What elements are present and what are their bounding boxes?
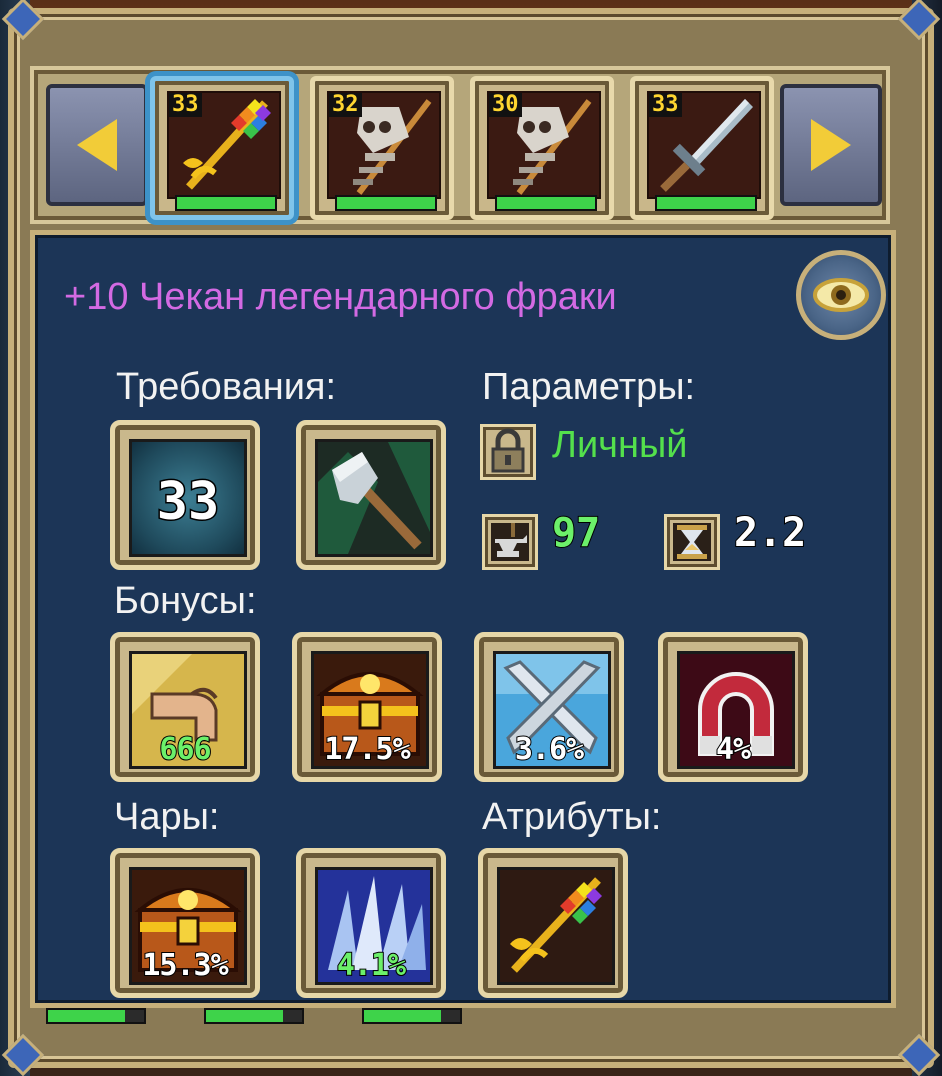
enchant-value: 4.1% [336, 947, 407, 984]
item-slot[interactable]: 30 [470, 76, 614, 220]
next-item-button[interactable] [780, 84, 882, 206]
arrow-left-icon [77, 119, 117, 171]
enchant-slot[interactable]: 15.3% [110, 848, 260, 998]
item-level-badge: 32 [329, 93, 362, 117]
eye-icon [813, 278, 869, 312]
rainbow-mace-icon [497, 867, 615, 985]
bonus-slot[interactable]: 666 [110, 632, 260, 782]
bonus-value: 17.5% [323, 731, 411, 768]
bonuses-heading: Бонусы: [114, 580, 257, 622]
durability-bar [495, 195, 597, 211]
inspect-button[interactable] [796, 250, 886, 340]
required-level-value: 33 [155, 471, 221, 534]
bonus-value: 666 [158, 731, 212, 768]
bonus-value: 3.6% [514, 731, 585, 768]
arrow-right-icon [811, 119, 851, 171]
slot-durability-bar [46, 1008, 146, 1024]
bonus-slot[interactable]: 3.6% [474, 632, 624, 782]
item-title: +10 Чекан легендарного фраки [64, 276, 617, 318]
axe-class-icon [315, 439, 433, 557]
attribute-slot[interactable] [478, 848, 628, 998]
item-level-badge: 33 [649, 93, 682, 117]
item-slot[interactable]: 33 [150, 76, 294, 220]
item-slot[interactable]: 32 [310, 76, 454, 220]
speed-value: 2.2 [733, 509, 807, 557]
binding-status: Личный [552, 424, 688, 466]
parameters-heading: Параметры: [482, 366, 696, 408]
slot-durability-bar [362, 1008, 462, 1024]
item-level-badge: 30 [489, 93, 522, 117]
bonus-slot[interactable]: 4% [658, 632, 808, 782]
requirements-heading: Требования: [116, 366, 337, 408]
damage-value: 97 [551, 509, 601, 557]
durability-bar [655, 195, 757, 211]
enchant-value: 15.3% [141, 947, 229, 984]
hourglass-icon [664, 514, 720, 570]
durability-bar [335, 195, 437, 211]
durability-bar [175, 195, 277, 211]
item-level-badge: 33 [169, 93, 202, 117]
prev-item-button[interactable] [46, 84, 148, 206]
bonus-slot[interactable]: 17.5% [292, 632, 442, 782]
level-requirement: 33 [110, 420, 260, 570]
weapon-class-requirement [296, 420, 446, 570]
anvil-icon [482, 514, 538, 570]
attributes-heading: Атрибуты: [482, 796, 662, 838]
item-slot[interactable]: 33 [630, 76, 774, 220]
lock-icon [480, 424, 536, 480]
slot-durability-bar [204, 1008, 304, 1024]
bonus-value: 4% [715, 731, 752, 768]
enchant-slot[interactable]: 4.1% [296, 848, 446, 998]
enchants-heading: Чары: [114, 796, 220, 838]
